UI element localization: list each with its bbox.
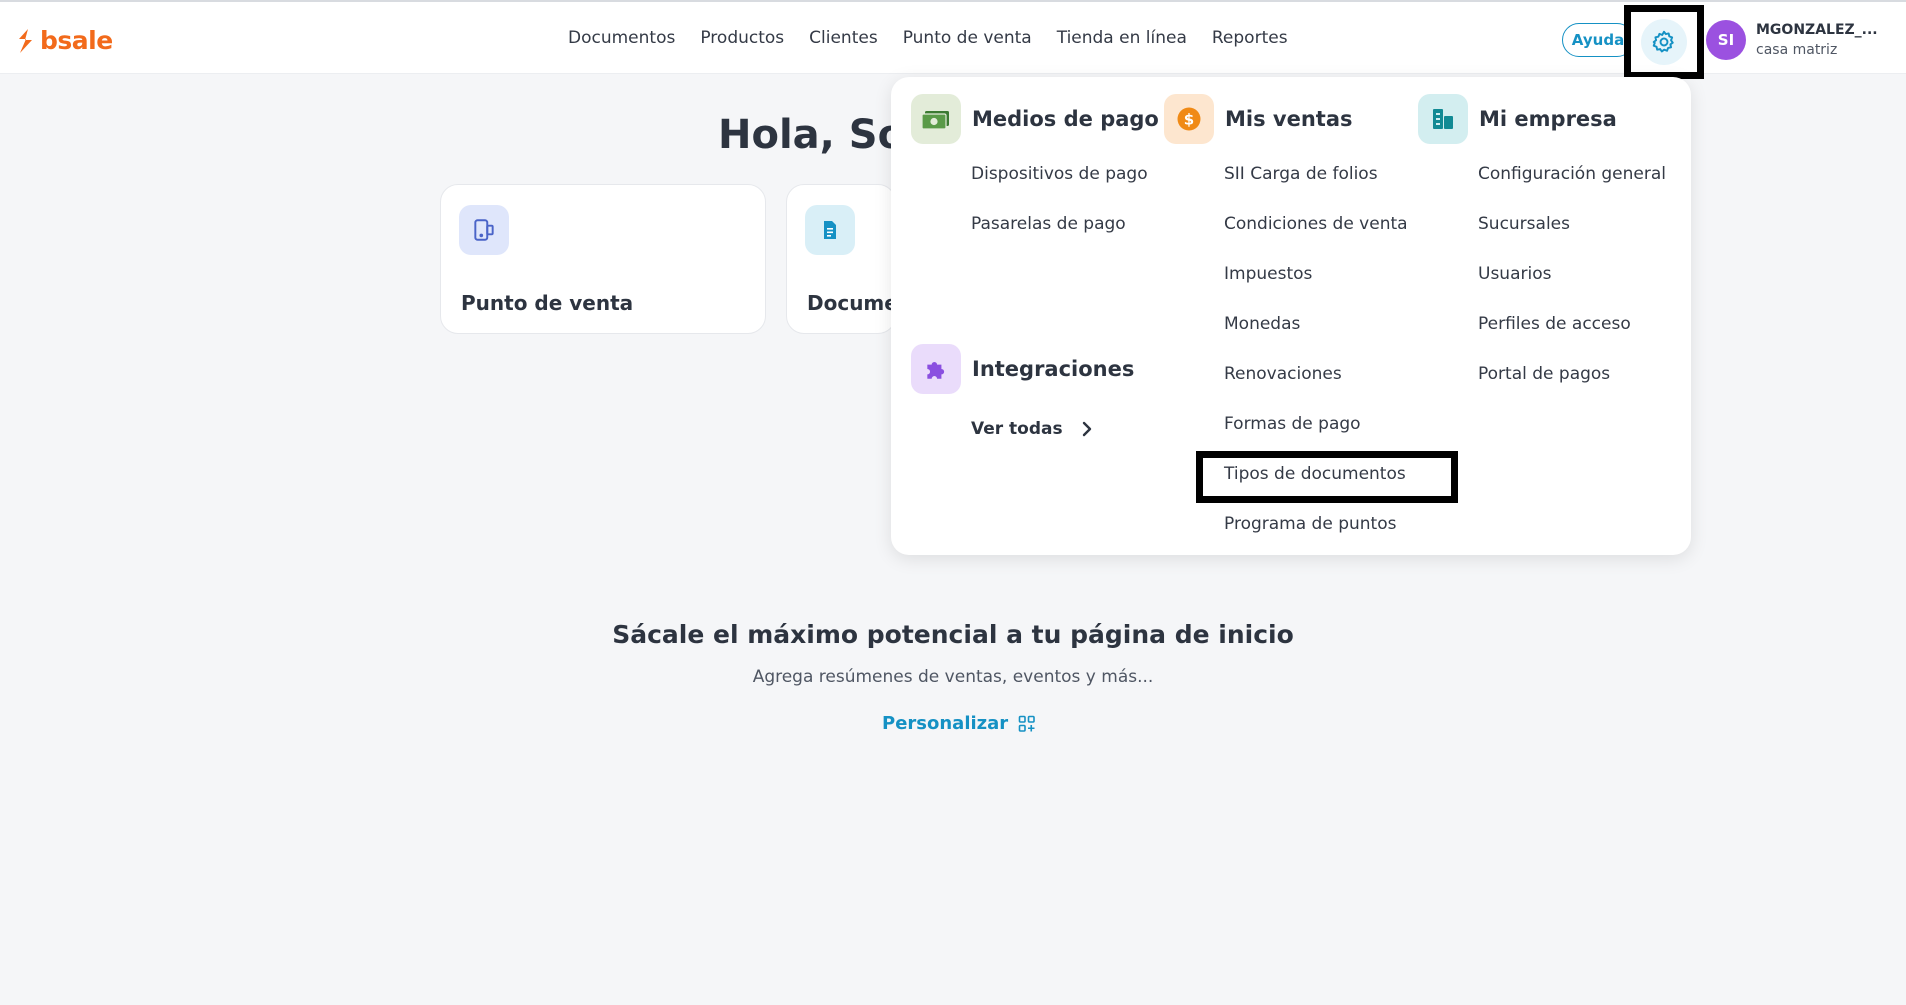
section-title: Integraciones (972, 357, 1135, 381)
link-formas-de-pago[interactable]: Formas de pago (1224, 414, 1361, 434)
link-usuarios[interactable]: Usuarios (1478, 264, 1551, 284)
section-mis-ventas: $ Mis ventas (1164, 94, 1353, 144)
link-condiciones-de-venta[interactable]: Condiciones de venta (1224, 214, 1408, 234)
coin-icon: $ (1164, 94, 1214, 144)
pos-device-icon (459, 205, 509, 255)
link-programa-de-puntos[interactable]: Programa de puntos (1224, 514, 1396, 534)
link-sucursales[interactable]: Sucursales (1478, 214, 1570, 234)
link-perfiles-de-acceso[interactable]: Perfiles de acceso (1478, 314, 1631, 334)
link-portal-de-pagos[interactable]: Portal de pagos (1478, 364, 1610, 384)
card-title: Punto de venta (461, 291, 634, 315)
section-title: Medios de pago (972, 107, 1159, 131)
user-branch: casa matriz (1756, 42, 1838, 58)
link-tipos-de-documentos[interactable]: Tipos de documentos (1224, 464, 1406, 484)
settings-button-highlight[interactable] (1624, 5, 1704, 79)
chevron-right-icon (1082, 421, 1091, 437)
promo-title: Sácale el máximo potencial a tu página d… (612, 620, 1294, 649)
personalize-link[interactable]: Personalizar (882, 713, 1036, 734)
user-name[interactable]: MGONZALEZ_... (1756, 22, 1878, 38)
settings-button[interactable] (1641, 19, 1687, 65)
bsale-logo-icon (19, 28, 32, 53)
top-bar: bsale Documentos Productos Clientes Punt… (0, 0, 1906, 79)
see-all-integrations-link[interactable]: Ver todas (971, 419, 1093, 439)
main-nav: Documentos Productos Clientes Punto de v… (568, 28, 1313, 48)
card-documentos[interactable]: Docume (786, 184, 896, 334)
brand-logo[interactable]: bsale (14, 26, 113, 55)
link-configuracion-general[interactable]: Configuración general (1478, 164, 1666, 184)
avatar[interactable]: SI (1706, 20, 1746, 60)
nav-tienda-en-linea[interactable]: Tienda en línea (1057, 28, 1187, 48)
link-pasarelas-de-pago[interactable]: Pasarelas de pago (971, 214, 1126, 234)
nav-documentos[interactable]: Documentos (568, 28, 675, 48)
card-punto-de-venta[interactable]: Punto de venta (440, 184, 766, 334)
section-medios-de-pago: Medios de pago (911, 94, 1159, 144)
nav-productos[interactable]: Productos (700, 28, 784, 48)
link-dispositivos-de-pago[interactable]: Dispositivos de pago (971, 164, 1148, 184)
section-integraciones: Integraciones (911, 344, 1134, 394)
brand-name: bsale (40, 26, 113, 55)
section-title: Mi empresa (1479, 107, 1617, 131)
nav-reportes[interactable]: Reportes (1212, 28, 1288, 48)
card-title: Docume (807, 291, 896, 315)
puzzle-icon (911, 344, 961, 394)
section-title: Mis ventas (1225, 107, 1353, 131)
document-icon (805, 205, 855, 255)
svg-text:$: $ (1184, 111, 1194, 129)
link-renovaciones[interactable]: Renovaciones (1224, 364, 1342, 384)
promo-subtitle: Agrega resúmenes de ventas, eventos y má… (752, 667, 1154, 687)
link-sii-carga-de-folios[interactable]: SII Carga de folios (1224, 164, 1378, 184)
building-icon (1418, 94, 1468, 144)
grid-plus-icon (1018, 715, 1035, 732)
gear-icon (1652, 30, 1674, 53)
personalize-label: Personalizar (882, 713, 1009, 734)
see-all-label: Ver todas (971, 419, 1063, 439)
link-monedas[interactable]: Monedas (1224, 314, 1300, 334)
nav-clientes[interactable]: Clientes (809, 28, 878, 48)
section-mi-empresa: Mi empresa (1418, 94, 1617, 144)
link-impuestos[interactable]: Impuestos (1224, 264, 1312, 284)
nav-punto-de-venta[interactable]: Punto de venta (903, 28, 1032, 48)
cash-icon (911, 94, 961, 144)
